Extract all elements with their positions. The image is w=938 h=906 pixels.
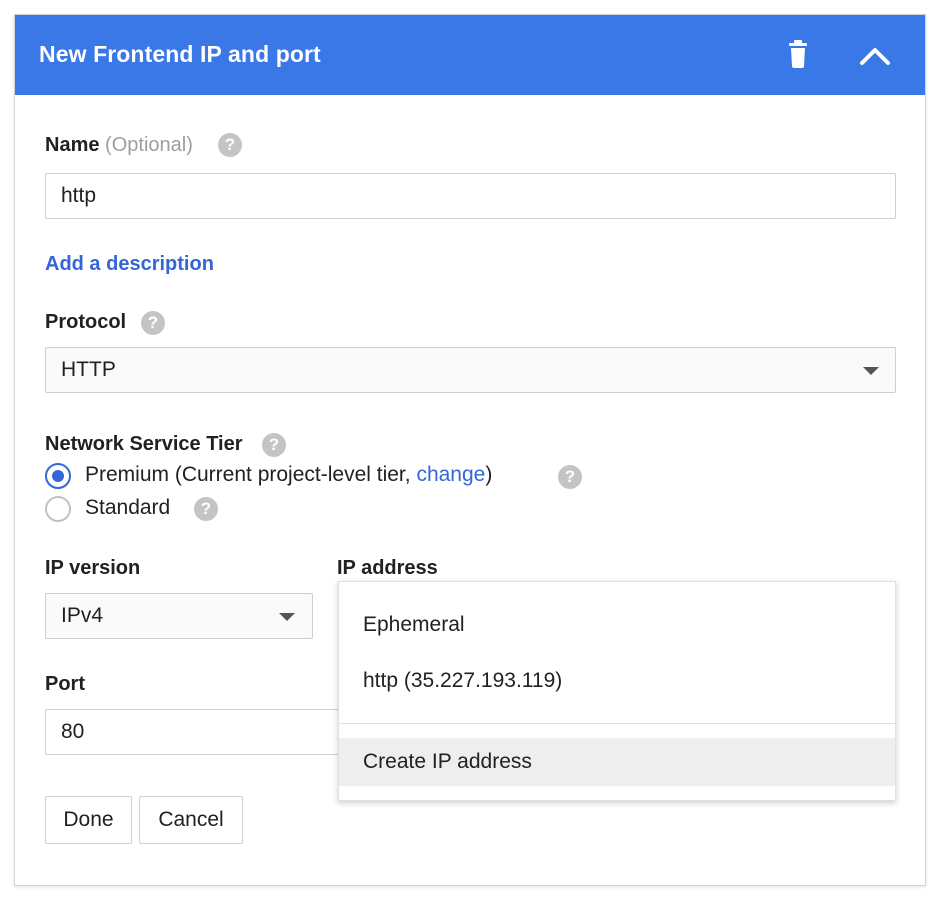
frontend-config-panel: New Frontend IP and port Name (Optional)… <box>14 14 926 886</box>
protocol-select[interactable]: HTTP <box>45 347 896 393</box>
help-icon[interactable]: ? <box>218 133 242 157</box>
protocol-selected-value: HTTP <box>61 358 116 381</box>
ip-version-selected-value: IPv4 <box>61 604 104 627</box>
panel-header: New Frontend IP and port <box>15 15 925 95</box>
optional-label: (Optional) <box>105 134 193 156</box>
cancel-button[interactable]: Cancel <box>139 796 243 844</box>
standard-radio[interactable] <box>45 496 71 522</box>
premium-label-text: Premium (Current project-level tier, <box>85 463 417 486</box>
add-description-link[interactable]: Add a description <box>45 253 214 276</box>
ip-address-label: IP address <box>337 557 438 579</box>
change-tier-link[interactable]: change <box>416 463 485 486</box>
ip-address-dropdown: Ephemeral http (35.227.193.119) Create I… <box>338 581 896 801</box>
trash-icon[interactable] <box>783 39 813 69</box>
port-input[interactable]: 80 <box>45 709 345 755</box>
caret-down-icon <box>279 613 295 621</box>
protocol-label: Protocol <box>45 311 127 333</box>
ip-option-http[interactable]: http (35.227.193.119) <box>339 657 895 705</box>
ip-version-label: IP version <box>45 557 141 579</box>
name-input[interactable]: http <box>45 173 896 219</box>
dropdown-divider <box>339 723 895 724</box>
port-label: Port <box>45 673 85 695</box>
chevron-up-icon[interactable] <box>857 39 893 71</box>
standard-radio-label: Standard <box>85 496 171 519</box>
premium-label-suffix: ) <box>485 463 493 486</box>
name-label-text: Name <box>45 134 100 156</box>
create-ip-address-option[interactable]: Create IP address <box>339 738 895 786</box>
network-tier-label: Network Service Tier <box>45 433 243 455</box>
done-button[interactable]: Done <box>45 796 132 844</box>
caret-down-icon <box>863 367 879 375</box>
premium-radio[interactable] <box>45 463 71 489</box>
help-icon[interactable]: ? <box>141 311 165 335</box>
help-icon[interactable]: ? <box>262 433 286 457</box>
ip-option-ephemeral[interactable]: Ephemeral <box>339 601 895 649</box>
premium-radio-label: Premium (Current project-level tier, cha… <box>85 463 492 487</box>
panel-title: New Frontend IP and port <box>39 41 321 67</box>
help-icon[interactable]: ? <box>194 497 218 521</box>
ip-version-select[interactable]: IPv4 <box>45 593 313 639</box>
help-icon[interactable]: ? <box>558 465 582 489</box>
name-label: Name (Optional) <box>45 134 193 157</box>
